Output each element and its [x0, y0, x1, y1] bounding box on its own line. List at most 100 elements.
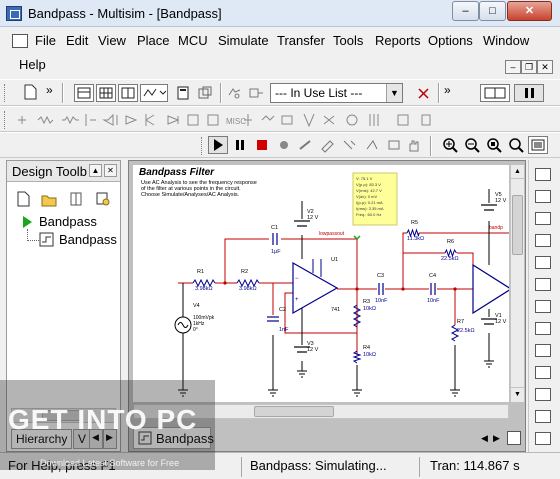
spectrum-analyzer-icon[interactable]	[535, 432, 551, 445]
new-design-icon[interactable]	[13, 190, 33, 208]
wire[interactable]	[403, 252, 474, 273]
menu-window[interactable]: Window	[483, 33, 529, 48]
grid-view-icon[interactable]	[74, 84, 94, 102]
ground-symbols	[178, 360, 494, 397]
maximize-button[interactable]: □	[479, 1, 506, 21]
electrical-rules-check-icon[interactable]	[414, 84, 434, 102]
iv-analyzer-icon[interactable]	[535, 388, 551, 401]
close-button[interactable]: ✕	[507, 1, 552, 21]
design-properties-icon[interactable]	[93, 190, 113, 208]
menu-place[interactable]: Place	[137, 33, 170, 48]
logic-converter-icon[interactable]	[535, 366, 551, 379]
wattmeter-icon[interactable]	[535, 212, 551, 225]
database-icon[interactable]	[118, 84, 138, 102]
four-channel-oscilloscope-icon[interactable]	[535, 256, 551, 269]
word-generator-icon[interactable]	[535, 322, 551, 335]
place-component-icon[interactable]	[224, 84, 244, 102]
calculator-icon[interactable]	[173, 84, 193, 102]
new-file-icon[interactable]	[20, 83, 40, 101]
menu-help[interactable]: Help	[19, 57, 46, 72]
minimize-button[interactable]: –	[452, 1, 479, 21]
toolbar-grip	[4, 111, 7, 129]
step-button[interactable]	[274, 136, 294, 154]
pause-simulation-button[interactable]	[514, 84, 544, 102]
bode-plotter-icon[interactable]	[535, 278, 551, 291]
title-bar: Bandpass - Multisim - [Bandpass] – □ ✕	[0, 0, 560, 27]
probe-settings-icon[interactable]	[318, 136, 338, 154]
tab-scroll-right-icon[interactable]: ▶	[493, 433, 500, 444]
instrument-toolbar-icon[interactable]	[480, 84, 510, 102]
toolbar-overflow-chevron[interactable]: »	[444, 83, 451, 97]
menu-options[interactable]: Options	[428, 33, 473, 48]
menu-reports[interactable]: Reports	[375, 33, 421, 48]
distortion-analyzer-icon[interactable]	[535, 410, 551, 423]
ground-wire[interactable]	[182, 315, 456, 390]
save-icon[interactable]	[67, 190, 87, 208]
probe-icon[interactable]	[296, 136, 316, 154]
toolbar-grip	[4, 84, 7, 102]
r6-label: R6	[447, 239, 454, 245]
menu-file[interactable]: File	[35, 33, 56, 48]
toolbar-overflow-chevron[interactable]: »	[46, 83, 53, 97]
scroll-up-icon[interactable]: ▲	[511, 165, 524, 179]
mdi-restore-button[interactable]: ❐	[521, 60, 537, 74]
current-probe-icon[interactable]	[362, 136, 382, 154]
mdi-minimize-button[interactable]: –	[505, 60, 521, 74]
reverse-probe-icon[interactable]	[340, 136, 360, 154]
u2-opamp[interactable]	[472, 263, 509, 315]
logic-analyzer-icon[interactable]	[535, 344, 551, 357]
schematic-sheet-icon	[39, 232, 54, 247]
mdi-close-button[interactable]: ✕	[537, 60, 553, 74]
in-use-list-dropdown[interactable]: --- In Use List --- ▼	[270, 83, 403, 103]
hierarchical-block-icon[interactable]	[246, 84, 266, 102]
pause-button[interactable]	[230, 136, 250, 154]
scroll-down-icon[interactable]: ▼	[511, 387, 524, 401]
function-generator-icon[interactable]	[535, 190, 551, 203]
frequency-counter-icon[interactable]	[535, 300, 551, 313]
v5-battery[interactable]	[481, 204, 497, 211]
menu-edit[interactable]: Edit	[66, 33, 88, 48]
canvas-vertical-scrollbar[interactable]: ▲ ▼	[510, 165, 524, 402]
component-wizard-icon[interactable]	[195, 84, 215, 102]
multimeter-icon[interactable]	[535, 168, 551, 181]
open-folder-icon[interactable]	[39, 190, 59, 208]
spreadsheet-view-icon[interactable]	[96, 84, 116, 102]
expand-arrow-icon[interactable]	[21, 215, 35, 229]
probe-delete-icon[interactable]	[384, 136, 404, 154]
zoom-in-icon[interactable]	[440, 136, 460, 154]
schematic-canvas[interactable]: Bandpass Filter Use AC Analysis to see t…	[133, 165, 509, 402]
oscilloscope-icon[interactable]	[535, 234, 551, 247]
c4-capacitor[interactable]	[430, 283, 436, 295]
c3-capacitor[interactable]	[378, 283, 384, 295]
misc-label: MISC	[226, 117, 246, 126]
v2-battery[interactable]	[294, 220, 310, 227]
u1-label: U1	[331, 257, 338, 263]
menu-mcu[interactable]: MCU	[178, 33, 208, 48]
full-screen-icon[interactable]	[528, 136, 548, 154]
scroll-thumb[interactable]	[512, 195, 523, 255]
zoom-fit-icon[interactable]	[506, 136, 526, 154]
zoom-out-icon[interactable]	[462, 136, 482, 154]
chevron-down-icon[interactable]: ▼	[386, 84, 402, 102]
c4-label: C4	[429, 273, 436, 279]
u1-opamp[interactable]	[292, 261, 339, 315]
close-icon[interactable]: ✕	[104, 164, 117, 177]
hand-pan-icon[interactable]	[404, 136, 424, 154]
c1-capacitor[interactable]	[272, 233, 278, 245]
window-list-icon[interactable]	[507, 431, 521, 445]
probe-line: I(rms): 3.35 mA	[356, 206, 384, 211]
menu-transfer[interactable]: Transfer	[277, 33, 325, 48]
pin-icon[interactable]: ▲	[89, 164, 102, 177]
menu-simulate[interactable]: Simulate	[218, 33, 269, 48]
toolbar-separator	[220, 83, 222, 103]
menu-view[interactable]: View	[98, 33, 126, 48]
c2-capacitor[interactable]	[267, 316, 279, 322]
stop-button[interactable]	[252, 136, 272, 154]
grapher-icon[interactable]	[140, 84, 168, 102]
run-simulation-button[interactable]	[208, 136, 228, 154]
tab-scroll-left-icon[interactable]: ◀	[481, 433, 488, 444]
zoom-area-icon[interactable]	[484, 136, 504, 154]
scroll-thumb[interactable]	[254, 406, 334, 417]
menu-tools[interactable]: Tools	[333, 33, 363, 48]
document-icon[interactable]	[12, 34, 28, 48]
